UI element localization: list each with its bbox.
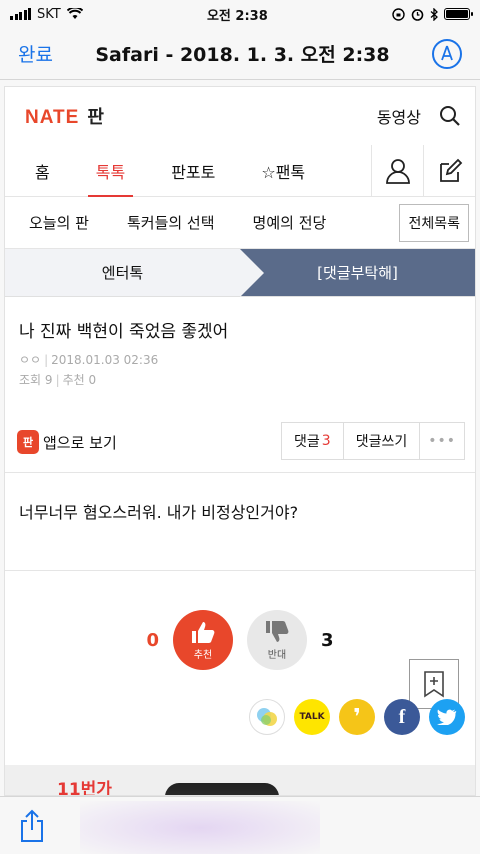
category-enter-talk[interactable]: 엔터톡 xyxy=(5,249,240,296)
pan-app-icon: 판 xyxy=(17,430,39,454)
markup-button[interactable] xyxy=(432,38,462,69)
carrier-label: SKT xyxy=(37,6,61,22)
views-label: 조회 xyxy=(19,373,42,387)
bluetooth-icon xyxy=(430,7,438,21)
ad-brand: 11번가 xyxy=(57,780,112,796)
post-meta: ㅇㅇ | 2018.01.03 02:36 xyxy=(19,353,159,367)
user-button[interactable] xyxy=(371,145,423,196)
alarm-icon xyxy=(411,8,424,21)
category-comment-request[interactable]: [댓글부탁해] xyxy=(240,249,475,297)
tab-panphoto[interactable]: 판포토 xyxy=(171,145,215,196)
share-twitter-button[interactable] xyxy=(429,699,465,735)
share-kakaotalk-button[interactable]: TALK xyxy=(294,699,330,735)
webpage: NATE 판 동영상 홈 톡톡 판포토 ☆팬톡 오늘의 판 톡커들의 선택 명예… xyxy=(4,86,476,796)
wifi-icon xyxy=(66,8,83,19)
done-button[interactable]: 완료 xyxy=(18,40,53,67)
nate-share-icon xyxy=(257,708,277,726)
site-header: NATE 판 동영상 xyxy=(5,87,475,145)
navigation-bar: 완료 Safari - 2018. 1. 3. 오전 2:38 xyxy=(0,28,480,80)
category-bar: 엔터톡 [댓글부탁해] xyxy=(5,249,475,297)
logo-sub: 판 xyxy=(87,107,104,128)
search-icon[interactable] xyxy=(439,105,461,127)
sub-tab-hall-of-fame[interactable]: 명예의 전당 xyxy=(253,212,327,233)
tab-fantalk[interactable]: ☆팬톡 xyxy=(261,145,305,196)
thumbs-down-icon xyxy=(266,620,289,642)
upvote-label: 추천 xyxy=(193,649,213,661)
battery-icon xyxy=(444,8,473,20)
post-body: 너무너무 혐오스러워. 내가 비정상인거야? xyxy=(5,473,475,571)
signal-icon xyxy=(10,8,31,20)
main-tabs: 홈 톡톡 판포토 ☆팬톡 xyxy=(5,145,475,197)
open-in-app-label: 앱으로 보기 xyxy=(43,433,117,452)
twitter-icon xyxy=(437,709,457,725)
bottom-toolbar xyxy=(0,796,480,854)
tab-toktok[interactable]: 톡톡 xyxy=(87,145,134,197)
post-date: 2018.01.03 02:36 xyxy=(51,353,159,367)
nate-pan-logo[interactable]: NATE 판 xyxy=(25,103,104,129)
sub-tab-today[interactable]: 오늘의 판 xyxy=(29,212,89,233)
recs-count: 0 xyxy=(88,373,97,387)
status-time: 오전 2:38 xyxy=(206,8,268,24)
upvote-button[interactable]: 추천 xyxy=(173,610,233,670)
views-count: 9 xyxy=(44,373,53,387)
ad-product-image xyxy=(165,783,279,795)
video-link[interactable]: 동영상 xyxy=(377,104,421,128)
write-comment-button[interactable]: 댓글쓰기 xyxy=(344,423,421,459)
status-bar: SKT 오전 2:38 xyxy=(0,0,480,28)
post-header: 나 진짜 백현이 죽었음 좋겠어 ㅇㅇ | 2018.01.03 02:36 조회 … xyxy=(5,297,475,473)
share-nate-button[interactable] xyxy=(249,699,285,735)
markup-pen-icon xyxy=(441,45,453,60)
rotation-lock-icon xyxy=(392,7,405,21)
comments-label: 댓글 xyxy=(294,434,320,450)
recs-label: 추천 xyxy=(62,373,85,387)
edit-icon xyxy=(439,158,462,182)
more-button[interactable]: ••• xyxy=(420,423,464,459)
share-icon[interactable] xyxy=(18,809,46,843)
comment-actions: 댓글 3 댓글쓰기 ••• xyxy=(281,422,465,460)
downvote-button[interactable]: 반대 xyxy=(247,610,307,670)
bookmark-add-icon xyxy=(424,671,444,698)
upvote-count: 0 xyxy=(146,629,159,651)
tab-home[interactable]: 홈 xyxy=(35,145,50,196)
downvote-count: 3 xyxy=(321,629,334,651)
all-list-button[interactable]: 전체목록 xyxy=(399,203,469,242)
sub-tab-picks[interactable]: 톡커들의 선택 xyxy=(127,212,215,233)
sub-tabs: 오늘의 판 톡커들의 선택 명예의 전당 전체목록 xyxy=(5,197,475,249)
user-icon xyxy=(385,158,410,184)
thumbs-up-icon xyxy=(192,621,215,643)
open-in-app-link[interactable]: 판 앱으로 보기 xyxy=(17,430,117,454)
comments-count: 3 xyxy=(321,433,331,449)
page-title: Safari - 2018. 1. 3. 오전 2:38 xyxy=(95,44,390,66)
comments-button[interactable]: 댓글 3 xyxy=(282,423,344,459)
facebook-icon: f xyxy=(398,705,406,728)
advertisement-banner[interactable]: 11번가 xyxy=(5,765,475,796)
downvote-label: 반대 xyxy=(267,649,287,661)
share-kakaostory-button[interactable]: ❜ xyxy=(339,699,375,735)
vote-area: 0 추천 반대 3 xyxy=(5,571,475,681)
kakaostory-icon: ❜ xyxy=(353,704,361,730)
write-button[interactable] xyxy=(423,145,475,196)
share-facebook-button[interactable]: f xyxy=(384,699,420,735)
share-buttons: TALK ❜ f xyxy=(249,699,465,735)
post-stats: 조회 9 | 추천 0 xyxy=(19,373,97,387)
post-title: 나 진짜 백현이 죽었음 좋겠어 xyxy=(19,322,229,342)
logo-text: NATE xyxy=(25,107,80,128)
post-author: ㅇㅇ xyxy=(19,353,42,367)
